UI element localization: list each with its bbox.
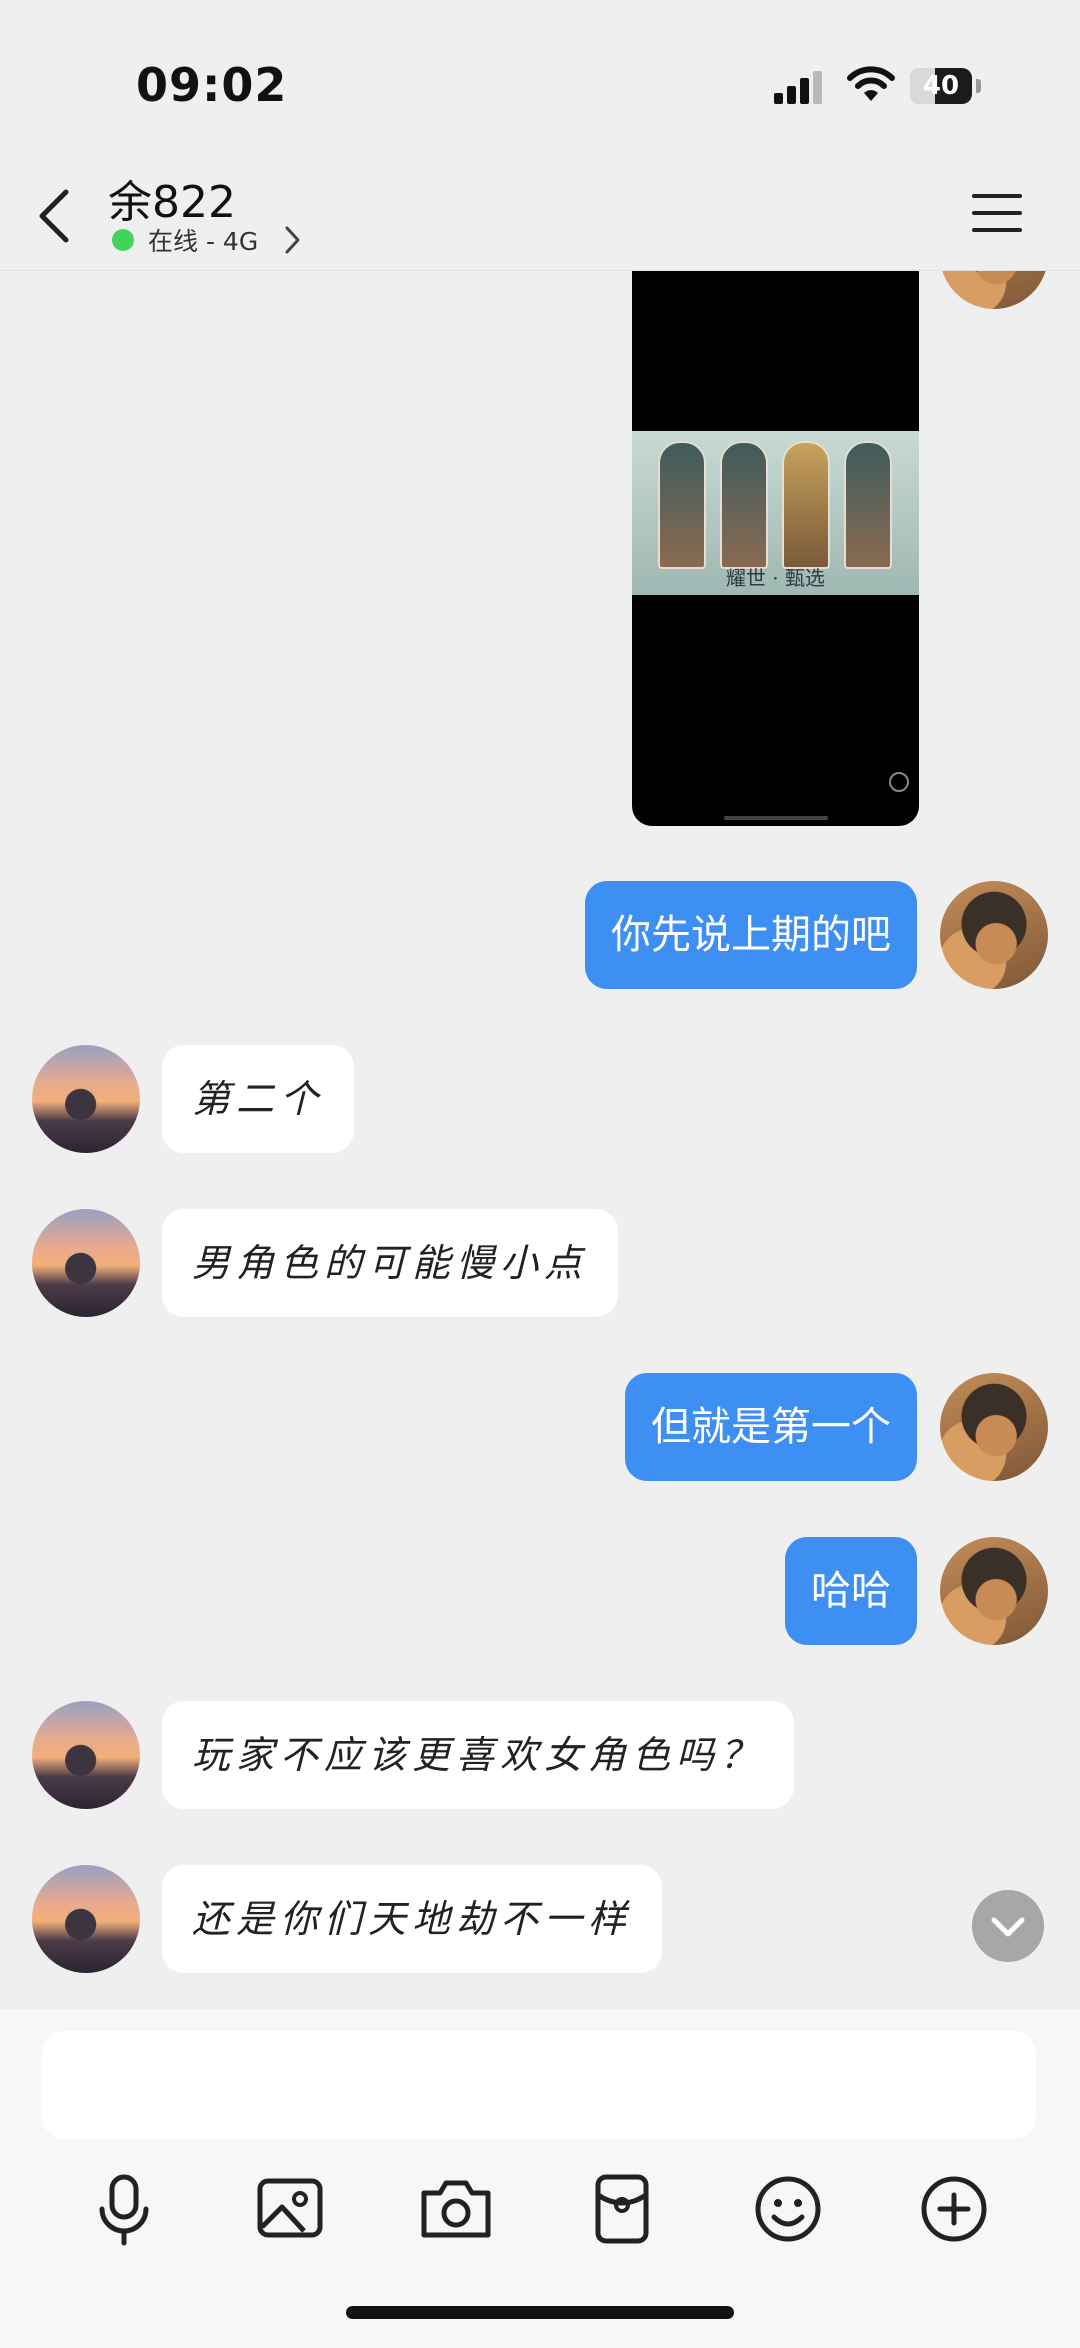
contact-avatar[interactable]: [32, 1045, 140, 1153]
home-indicator: [346, 2306, 734, 2319]
contact-avatar[interactable]: [32, 1865, 140, 1973]
wifi-icon: [847, 66, 895, 101]
message-input[interactable]: [42, 2031, 1036, 2139]
media-progress-bar: [724, 816, 828, 820]
contact-avatar[interactable]: [32, 1209, 140, 1317]
message-bubble-sent[interactable]: 哈哈: [785, 1537, 917, 1645]
plus-icon[interactable]: [906, 2161, 1002, 2257]
status-bar: 09:02 40: [0, 0, 1080, 160]
battery-cap: [976, 79, 981, 93]
my-avatar[interactable]: [940, 1537, 1048, 1645]
message-bubble-received[interactable]: 男角色的可能慢小点: [162, 1209, 619, 1317]
contact-avatar[interactable]: [32, 1701, 140, 1809]
my-avatar[interactable]: [940, 271, 1048, 309]
contact-status[interactable]: 在线 - 4G: [148, 222, 258, 258]
message-bubble-sent[interactable]: 你先说上期的吧: [585, 881, 917, 989]
battery-icon: 40: [910, 68, 972, 104]
poster-caption: 耀世 · 甄选: [725, 566, 826, 590]
message-bubble-received[interactable]: 还是你们天地劫不一样: [162, 1865, 663, 1973]
status-time: 09:02: [136, 58, 288, 112]
message-bubble-sent[interactable]: 但就是第一个: [625, 1373, 917, 1481]
game-poster-image: 耀世 · 甄选: [632, 431, 919, 595]
cellular-signal-icon: [774, 70, 824, 104]
chat-messages[interactable]: 耀世 · 甄选 你先说上期的吧 第二个 男角色的可能慢小点 但就是第一个 哈哈 …: [0, 271, 1080, 2009]
red-packet-icon[interactable]: [574, 2161, 670, 2257]
my-avatar[interactable]: [940, 881, 1048, 989]
zoom-icon: [889, 772, 909, 792]
contact-name[interactable]: 余822: [108, 166, 236, 230]
message-bubble-received[interactable]: 第二个: [162, 1045, 355, 1153]
microphone-icon[interactable]: [76, 2161, 172, 2257]
emoji-icon[interactable]: [740, 2161, 836, 2257]
my-avatar[interactable]: [940, 1373, 1048, 1481]
online-status-dot: [112, 229, 134, 251]
camera-icon[interactable]: [408, 2161, 504, 2257]
scroll-to-bottom-button[interactable]: [972, 1890, 1044, 1962]
image-icon[interactable]: [242, 2161, 338, 2257]
message-bubble-received[interactable]: 玩家不应该更喜欢女角色吗？: [162, 1701, 795, 1809]
menu-icon[interactable]: [972, 188, 1022, 238]
chevron-right-icon[interactable]: [284, 224, 302, 256]
battery-percentage: 40: [922, 71, 960, 101]
image-message[interactable]: 耀世 · 甄选: [632, 271, 919, 826]
back-chevron-icon[interactable]: [30, 184, 82, 248]
input-area: [0, 2009, 1080, 2348]
chat-header: 余822 在线 - 4G: [0, 160, 1080, 271]
